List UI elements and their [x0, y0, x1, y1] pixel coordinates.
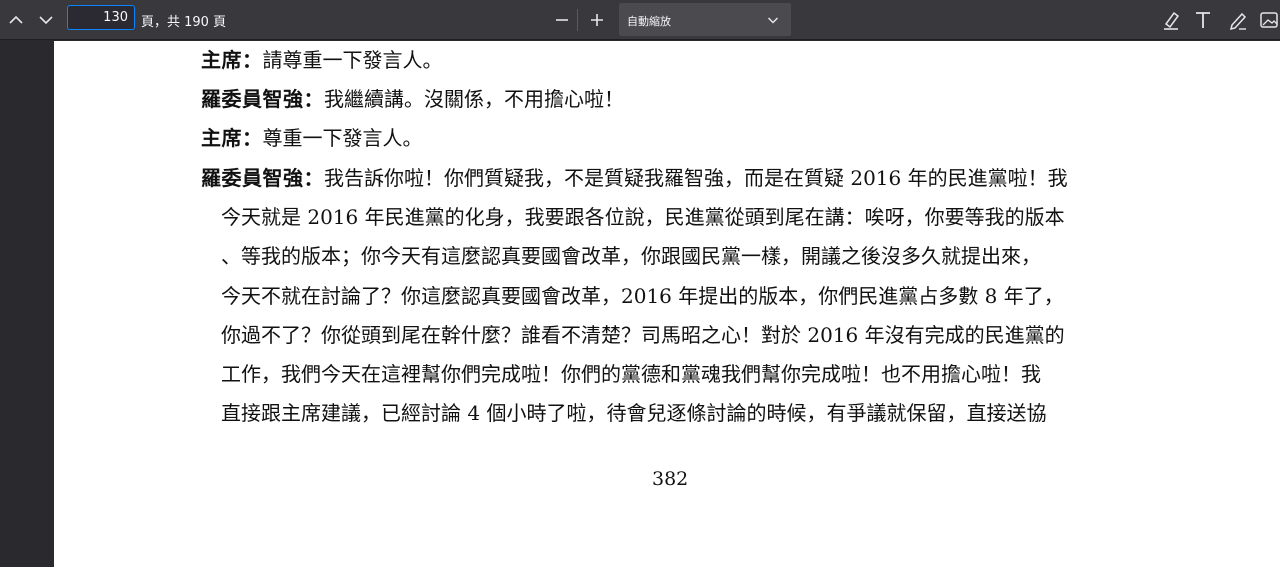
draw-button[interactable] — [1222, 4, 1254, 36]
text-line: 工作，我們今天在這裡幫你們完成啦！你們的黨德和黨魂我們幫你完成啦！也不用擔心啦！… — [221, 362, 1041, 386]
chevron-down-icon — [767, 17, 779, 24]
zoom-out-button[interactable] — [546, 4, 578, 36]
transcript-paragraph: 羅委員智強：我告訴你啦！你們質疑我，不是質疑我羅智強，而是在質疑 2016 年的… — [201, 159, 1068, 198]
speaker-label: 主席： — [201, 48, 263, 72]
speech-text: 請尊重一下發言人。 — [262, 48, 443, 72]
highlight-button[interactable] — [1155, 4, 1187, 36]
page-count-label: 頁，共 190 頁 — [141, 15, 227, 30]
speaker-label: 主席： — [201, 126, 263, 150]
previous-page-button[interactable] — [0, 4, 32, 36]
speech-text: 我告訴你啦！你們質疑我，不是質疑我羅智強，而是在質疑 2016 年的民進黨啦！我 — [324, 166, 1068, 190]
chevron-up-icon — [9, 15, 23, 24]
text-line: 直接跟主席建議，已經討論 4 個小時了啦，待會兒逐條討論的時候，有爭議就保留，直… — [221, 401, 1047, 425]
next-page-button[interactable] — [30, 4, 62, 36]
transcript-paragraph: 主席：請尊重一下發言人。 — [201, 41, 443, 80]
speech-text: 我繼續講。沒關係，不用擔心啦！ — [324, 87, 624, 111]
highlighter-icon — [1164, 11, 1180, 30]
page-number-input[interactable] — [67, 5, 135, 30]
text-line: 今天就是 2016 年民進黨的化身，我要跟各位說，民進黨從頭到尾在講：唉呀，你要… — [221, 205, 1065, 229]
speech-text: 尊重一下發言人。 — [262, 126, 423, 150]
pdf-toolbar: 頁，共 190 頁 自動縮放 — [0, 0, 1280, 40]
zoom-in-button[interactable] — [581, 4, 613, 36]
zoom-select[interactable]: 自動縮放 — [619, 3, 791, 36]
page-number: 382 — [652, 468, 689, 490]
pdf-page: 主席：請尊重一下發言人。 羅委員智強：我繼續講。沒關係，不用擔心啦！ 主席：尊重… — [54, 41, 1280, 567]
minus-icon — [556, 19, 568, 21]
transcript-paragraph: 主席：尊重一下發言人。 — [201, 119, 423, 158]
add-image-button[interactable] — [1258, 4, 1280, 36]
add-text-button[interactable] — [1187, 4, 1219, 36]
image-icon — [1260, 12, 1278, 28]
viewer-sidebar-gutter — [0, 41, 54, 567]
transcript-paragraph: 羅委員智強：我繼續講。沒關係，不用擔心啦！ — [201, 80, 624, 119]
pen-icon — [1229, 12, 1247, 31]
chevron-down-icon — [39, 16, 53, 25]
zoom-select-value: 自動縮放 — [627, 15, 671, 28]
zoom-divider — [577, 9, 578, 31]
text-icon — [1196, 12, 1210, 28]
text-line: 、等我的版本；你今天有這麼認真要國會改革，你跟國民黨一樣，開議之後沒多久就提出來… — [221, 244, 1041, 268]
plus-icon — [591, 14, 603, 26]
text-line: 你過不了？你從頭到尾在幹什麼？誰看不清楚？司馬昭之心！對於 2016 年沒有完成… — [221, 323, 1065, 347]
text-line: 今天不就在討論了？你這麼認真要國會改革，2016 年提出的版本，你們民進黨占多數… — [221, 284, 1064, 308]
speaker-label: 羅委員智強： — [201, 87, 324, 111]
speaker-label: 羅委員智強： — [201, 166, 324, 190]
